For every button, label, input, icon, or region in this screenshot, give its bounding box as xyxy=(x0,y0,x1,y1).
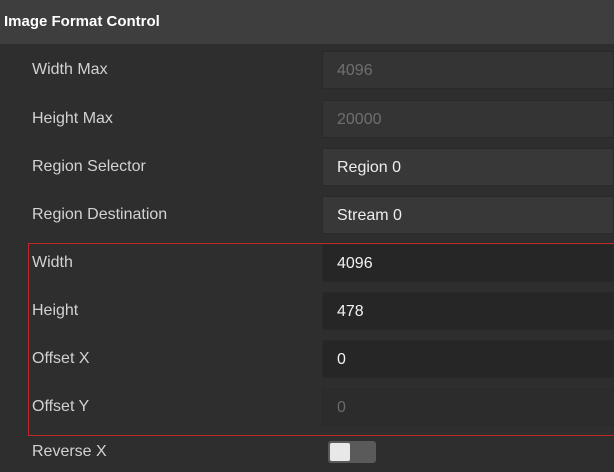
row-reverse-x: Reverse X xyxy=(0,438,614,472)
row-width-max: Width Max 4096 xyxy=(0,51,614,101)
row-height: Height 478 xyxy=(0,292,614,342)
reverse-x-label: Reverse X xyxy=(32,443,107,460)
row-width: Width 4096 xyxy=(0,244,614,294)
reverse-x-toggle[interactable] xyxy=(328,441,376,463)
offset-x-input[interactable]: 0 xyxy=(322,340,614,378)
region-destination-dropdown[interactable]: Stream 0 xyxy=(322,196,614,234)
width-max-label: Width Max xyxy=(32,61,108,78)
offset-x-label: Offset X xyxy=(32,350,90,367)
row-height-max: Height Max 20000 xyxy=(0,100,614,150)
row-region-selector: Region Selector Region 0 xyxy=(0,148,614,198)
height-max-label: Height Max xyxy=(32,110,113,127)
height-max-field: 20000 xyxy=(322,100,614,138)
region-selector-label: Region Selector xyxy=(32,158,146,175)
toggle-knob xyxy=(330,443,350,461)
offset-y-label: Offset Y xyxy=(32,398,90,415)
width-label: Width xyxy=(32,254,73,271)
row-offset-y: Offset Y 0 xyxy=(0,388,614,438)
row-region-destination: Region Destination Stream 0 xyxy=(0,196,614,246)
row-offset-x: Offset X 0 xyxy=(0,340,614,390)
width-input[interactable]: 4096 xyxy=(322,244,614,282)
image-format-control-panel: Image Format Control Width Max 4096 Heig… xyxy=(0,0,614,472)
height-input[interactable]: 478 xyxy=(322,292,614,330)
height-label: Height xyxy=(32,302,79,319)
section-title[interactable]: Image Format Control xyxy=(0,0,614,44)
offset-y-input: 0 xyxy=(322,388,614,426)
region-selector-dropdown[interactable]: Region 0 xyxy=(322,148,614,186)
region-destination-label: Region Destination xyxy=(32,206,168,223)
width-max-field: 4096 xyxy=(322,51,614,89)
